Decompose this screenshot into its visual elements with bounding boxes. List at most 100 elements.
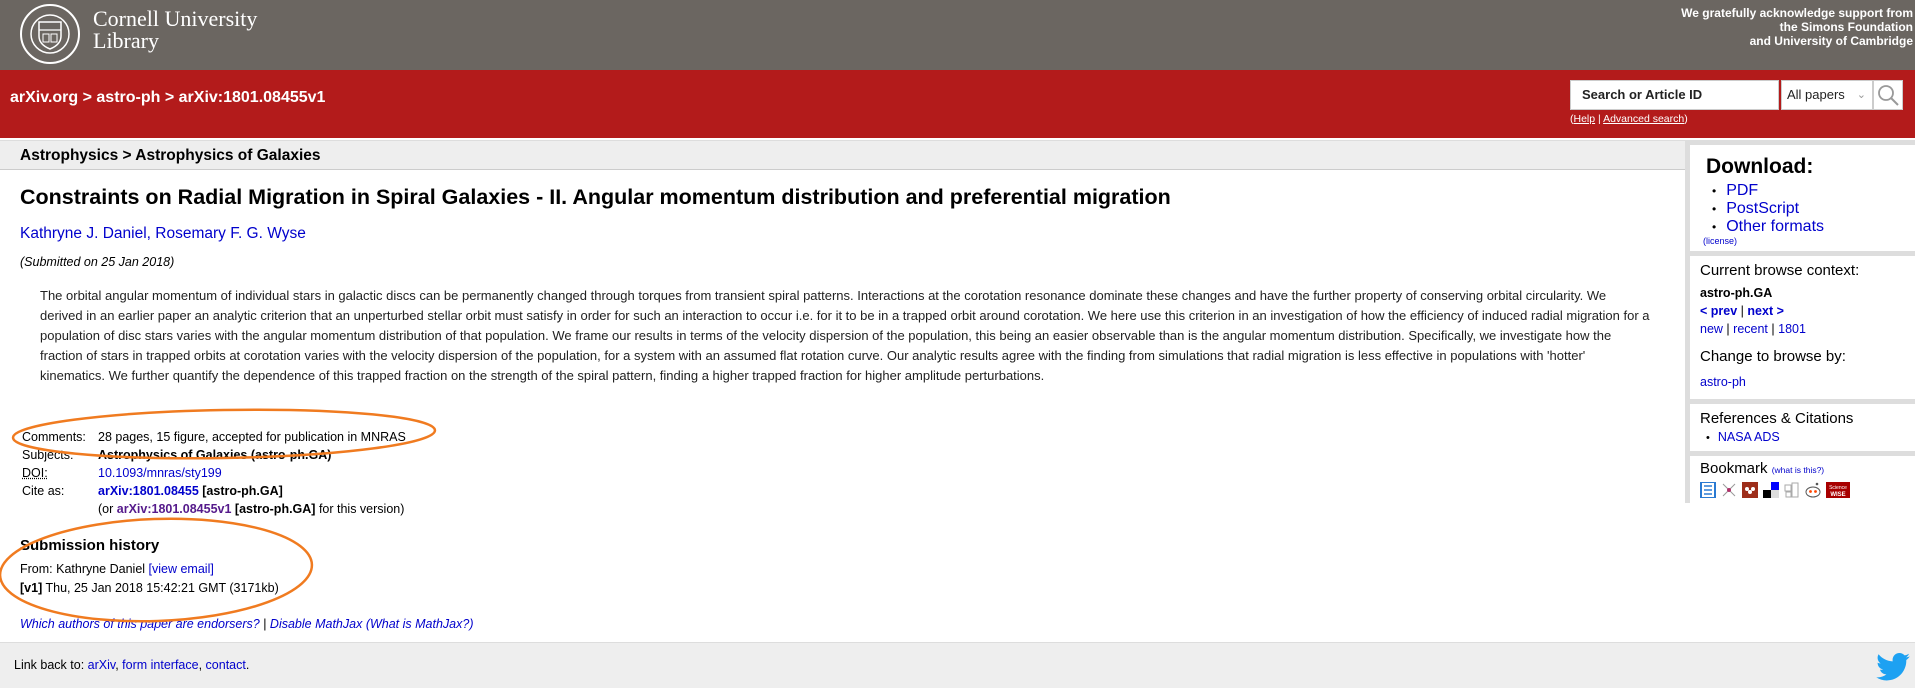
what-is-mathjax-link[interactable]: (What is MathJax?) <box>366 617 474 631</box>
breadcrumb-astro-ph[interactable]: astro-ph <box>96 89 160 106</box>
bookmark-title: Bookmark <box>1700 460 1768 477</box>
browse-context-panel: Current browse context: astro-ph.GA < pr… <box>1690 256 1915 399</box>
institution-name: Cornell University <box>93 6 258 31</box>
new-link[interactable]: new <box>1700 322 1723 336</box>
endorsers-link[interactable]: Which authors of this paper are endorser… <box>20 617 260 631</box>
breadcrumb-separator: > <box>78 89 97 106</box>
version-entry: [v1] Thu, 25 Jan 2018 15:42:21 GMT (3171… <box>20 581 279 595</box>
recent-link[interactable]: recent <box>1733 322 1768 336</box>
search-input[interactable]: Search or Article ID <box>1570 80 1779 110</box>
bibsonomy-icon[interactable] <box>1700 481 1716 499</box>
month-link[interactable]: 1801 <box>1778 322 1806 336</box>
bookmark-icons: Science WISE <box>1700 481 1905 499</box>
svg-text:WISE: WISE <box>1830 492 1845 498</box>
cite-label: Cite as: <box>22 484 65 498</box>
download-label: Other formats <box>1726 218 1825 235</box>
comments-row: Comments: 28 pages, 15 figure, accepted … <box>22 428 406 446</box>
search-scope-select[interactable]: All papers ⌄ <box>1781 80 1873 110</box>
next-link[interactable]: next > <box>1747 304 1783 318</box>
search-scope-value: All papers <box>1787 87 1845 102</box>
search-help-links: (Help | Advanced search) <box>1570 113 1688 125</box>
extra-links: Which authors of this paper are endorser… <box>20 617 473 631</box>
reference-label: NASA ADS <box>1717 430 1780 444</box>
subjects-row: Subjects: Astrophysics of Galaxies (astr… <box>22 446 406 464</box>
twitter-icon[interactable] <box>1876 653 1910 681</box>
delicious-icon[interactable] <box>1763 482 1779 498</box>
download-postscript-link[interactable]: PostScript <box>1712 200 1905 218</box>
sciencewise-icon[interactable]: Science WISE <box>1826 482 1850 498</box>
view-email-link[interactable]: [view email] <box>149 562 214 576</box>
download-other-formats-link[interactable]: Other formats <box>1712 218 1905 236</box>
reddit-icon[interactable] <box>1805 482 1821 498</box>
institution-library: Library <box>93 28 159 53</box>
download-pdf-link[interactable]: PDF <box>1712 182 1905 200</box>
footer-contact-link[interactable]: contact <box>206 658 246 672</box>
help-link[interactable]: Help <box>1574 113 1596 125</box>
breadcrumb: arXiv.org > astro-ph > arXiv:1801.08455v… <box>10 89 325 107</box>
submission-history-title: Submission history <box>20 537 160 554</box>
footer-form-interface-link[interactable]: form interface <box>122 658 198 672</box>
cite-alt-suffix: for this version) <box>315 502 405 516</box>
version-tag[interactable]: [v1] <box>20 581 42 595</box>
doi-link[interactable]: 10.1093/mnras/sty199 <box>98 464 222 482</box>
mendeley-icon[interactable] <box>1742 482 1758 498</box>
search-button[interactable] <box>1873 80 1903 110</box>
download-label: PDF <box>1726 182 1759 199</box>
license-link[interactable]: (license) <box>1703 236 1905 246</box>
support-line: We gratefully acknowledge support from <box>1681 6 1913 20</box>
download-panel: Download: PDF PostScript Other formats (… <box>1690 145 1915 251</box>
comments-label: Comments: <box>22 430 86 444</box>
cite-alt-row: (or arXiv:1801.08455v1 [astro-ph.GA] for… <box>22 500 406 518</box>
paper-abstract: The orbital angular momentum of individu… <box>40 288 1650 383</box>
citeulike-icon[interactable] <box>1721 482 1737 498</box>
advanced-search-link[interactable]: Advanced search <box>1603 113 1684 125</box>
disable-mathjax-link[interactable]: Disable MathJax <box>270 617 362 631</box>
doi-abbr: DOI: <box>22 466 48 480</box>
breadcrumb-arxiv-home[interactable]: arXiv.org <box>10 89 78 106</box>
submitter-name: From: Kathryne Daniel <box>20 562 149 576</box>
cite-row: Cite as: arXiv:1801.08455 [astro-ph.GA] <box>22 482 406 500</box>
search-icon <box>1878 85 1899 106</box>
bookmark-panel: Bookmark (what is this?) Science WISE <box>1690 456 1915 504</box>
svg-text:Science: Science <box>1829 485 1847 491</box>
cornell-seal-icon[interactable] <box>19 3 81 65</box>
submission-from: From: Kathryne Daniel [view email] <box>20 562 214 576</box>
submission-date: (Submitted on 25 Jan 2018) <box>20 255 175 269</box>
footer-prefix: Link back to: <box>14 658 88 672</box>
footer-links: Link back to: arXiv, form interface, con… <box>14 658 250 672</box>
chevron-down-icon: ⌄ <box>1856 89 1866 101</box>
references-title: References & Citations <box>1700 410 1854 427</box>
browse-context-value: astro-ph.GA <box>1700 286 1773 300</box>
subjects-label: Subjects: <box>22 448 74 462</box>
prev-link[interactable]: < prev <box>1700 304 1737 318</box>
browse-context-title: Current browse context: <box>1700 262 1860 279</box>
footer: Link back to: arXiv, form interface, con… <box>0 642 1915 688</box>
references-panel: References & Citations NASA ADS <box>1690 404 1915 451</box>
browse-astro-ph-link[interactable]: astro-ph <box>1700 370 1905 394</box>
metadata-table: Comments: 28 pages, 15 figure, accepted … <box>22 428 406 518</box>
paper-title: Constraints on Radial Migration in Spira… <box>20 185 1171 209</box>
comments-value: 28 pages, 15 figure, accepted for public… <box>98 430 406 444</box>
subjects-value: Astrophysics of Galaxies (astro-ph.GA) <box>98 448 332 462</box>
bookmark-help-link[interactable]: (what is this?) <box>1772 465 1824 475</box>
support-line: the Simons Foundation <box>1779 20 1913 34</box>
paper-authors[interactable]: Kathryne J. Daniel, Rosemary F. G. Wyse <box>20 225 306 243</box>
download-label: PostScript <box>1726 200 1800 217</box>
nasa-ads-link[interactable]: NASA ADS <box>1706 428 1905 447</box>
cite-alt-prefix: (or <box>98 502 117 516</box>
cite-category: [astro-ph.GA] <box>198 484 283 498</box>
cite-alt-category: [astro-ph.GA] <box>231 502 316 516</box>
listing-nav: new | recent | 1801 <box>1700 322 1806 336</box>
breadcrumb-article-id[interactable]: arXiv:1801.08455v1 <box>179 89 326 106</box>
cite-version-link[interactable]: arXiv:1801.08455v1 <box>117 502 232 516</box>
sidebar: Download: PDF PostScript Other formats (… <box>1685 140 1915 504</box>
footer-arxiv-link[interactable]: arXiv <box>88 658 116 672</box>
arxiv-navbar: arXiv.org > astro-ph > arXiv:1801.08455v… <box>0 70 1915 138</box>
support-line: and University of Cambridge <box>1749 34 1913 48</box>
cornell-university-library-logo[interactable]: Cornell University Library <box>93 8 257 52</box>
cite-id-link[interactable]: arXiv:1801.08455 <box>98 484 199 498</box>
doi-label: DOI: <box>22 464 98 482</box>
breadcrumb-separator: > <box>160 89 179 106</box>
connotea-icon[interactable] <box>1784 482 1800 498</box>
doi-row: DOI: 10.1093/mnras/sty199 <box>22 464 406 482</box>
